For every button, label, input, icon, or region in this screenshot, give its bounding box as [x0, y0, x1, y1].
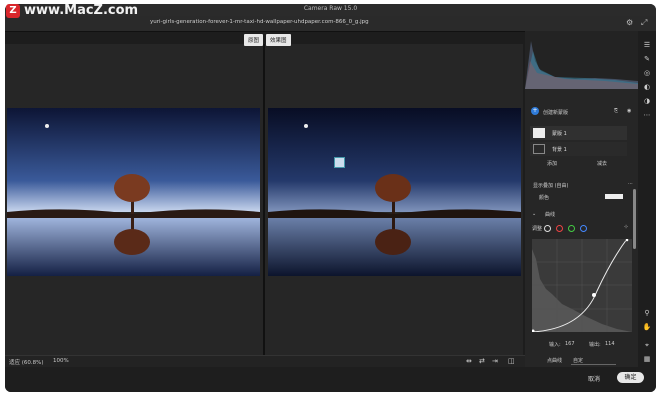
more-tools-icon[interactable]: ⋯ — [642, 111, 652, 119]
mask-panel: + 创建新蒙版 ⎘ ◉ 蒙版 1 背景 1 添加 减去 显示叠加 (自由) ⋯ … — [525, 89, 638, 367]
presets-icon[interactable]: ◑ — [642, 97, 652, 105]
watermark-logo: Z — [6, 3, 20, 18]
output-label: 输出: — [589, 342, 601, 348]
watermark-text: www.MacZ.com — [24, 3, 139, 18]
zoom-fit-label[interactable]: 适应 (60.8%) — [9, 358, 44, 366]
grid-icon[interactable]: ▦ — [642, 355, 652, 363]
visibility-icon[interactable]: ◉ — [627, 108, 631, 114]
add-mask-icon[interactable]: + — [531, 107, 539, 115]
blue-channel-icon[interactable] — [580, 225, 587, 232]
curve-section-title: 曲线 — [545, 212, 556, 218]
histogram-graph — [525, 41, 638, 89]
mask-icon[interactable]: ◎ — [642, 69, 652, 77]
after-pane — [265, 44, 523, 355]
hand-icon[interactable]: ✋ — [642, 323, 652, 331]
target-adjust-icon[interactable]: ⊹ — [624, 224, 628, 230]
panel-scrollbar[interactable] — [633, 189, 636, 249]
swap-icon[interactable]: ⇄ — [479, 357, 485, 365]
layer-row[interactable]: 背景 1 — [530, 142, 627, 156]
gear-icon[interactable]: ⚙ — [626, 18, 635, 27]
create-mask-label[interactable]: 创建新蒙版 — [543, 109, 568, 116]
overlay-label[interactable]: 显示叠加 (自由) — [533, 182, 569, 189]
zoom-value[interactable]: 100% — [53, 358, 69, 364]
right-toolbar: ☰ ✎ ◎ ◐ ◑ ⋯ ⚲ ✋ ⌖ ▦ — [638, 31, 656, 367]
curve-plot — [531, 238, 632, 333]
zoom-icon[interactable]: ⚲ — [642, 309, 652, 317]
edit-icon[interactable]: ☰ — [642, 41, 652, 49]
healing-icon[interactable]: ✎ — [642, 55, 652, 63]
split-view-icon[interactable]: ◫ — [508, 357, 515, 365]
add-button[interactable]: 添加 — [547, 160, 557, 167]
before-pane — [5, 44, 263, 355]
cancel-button[interactable]: 取消 — [588, 374, 600, 383]
select-underline — [571, 364, 616, 365]
file-bar: yuri-girls-generation-forever-1-mr-taxi-… — [5, 16, 656, 32]
expand-icon[interactable]: ⤢ — [641, 18, 650, 27]
chevron-down-icon[interactable]: ⌄ — [532, 211, 536, 217]
point-curve-select[interactable]: 自定 — [573, 357, 583, 364]
sampler-icon[interactable]: ⌖ — [642, 341, 652, 350]
ok-button[interactable]: 确定 — [617, 372, 644, 383]
input-label: 输入: — [549, 342, 561, 348]
layer-name: 背景 1 — [552, 147, 567, 153]
input-value[interactable]: 167 — [565, 341, 575, 347]
white-channel-icon[interactable] — [544, 225, 551, 232]
mask-pin-icon[interactable] — [334, 157, 345, 168]
curve-graph[interactable] — [531, 238, 632, 333]
histogram — [525, 31, 638, 89]
mask-row[interactable]: 蒙版 1 — [530, 126, 627, 140]
more-icon[interactable]: ⋯ — [628, 181, 633, 187]
subtract-button[interactable]: 减去 — [597, 160, 607, 167]
camera-raw-window: Camera Raw 15.0 yuri-girls-generation-fo… — [5, 4, 656, 392]
color-swatch[interactable] — [605, 194, 623, 199]
watermark: Z www.MacZ.com — [6, 3, 138, 18]
tab-result[interactable]: 效果图 — [266, 34, 291, 46]
file-name: yuri-girls-generation-forever-1-mr-taxi-… — [150, 19, 369, 25]
rename-icon[interactable]: ⎘ — [614, 108, 618, 114]
compare-icon[interactable]: ⇹ — [466, 357, 472, 365]
point-curve-label: 点曲线 — [547, 358, 563, 364]
tab-original[interactable]: 原图 — [244, 34, 264, 46]
red-channel-icon[interactable] — [556, 225, 563, 232]
redeye-icon[interactable]: ◐ — [642, 83, 652, 91]
color-label: 颜色 — [539, 195, 550, 201]
mask-thumbnail — [533, 128, 545, 138]
adjust-label: 调整 — [532, 226, 543, 232]
copy-settings-icon[interactable]: ⇥ — [492, 357, 498, 365]
footer-bar: 取消 确定 — [5, 367, 656, 392]
layer-thumbnail — [533, 144, 545, 154]
before-image — [7, 108, 260, 276]
after-image — [268, 108, 521, 276]
output-value[interactable]: 114 — [605, 341, 615, 347]
green-channel-icon[interactable] — [568, 225, 575, 232]
mask-name: 蒙版 1 — [552, 131, 567, 137]
view-tabs: 原图 效果图 — [244, 34, 291, 46]
